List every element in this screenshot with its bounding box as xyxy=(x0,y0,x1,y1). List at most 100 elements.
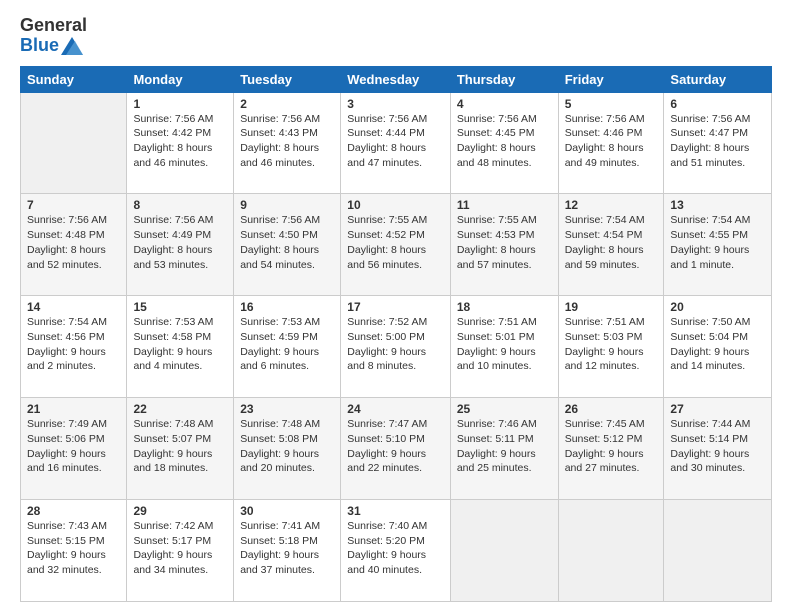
calendar-cell: 21Sunrise: 7:49 AMSunset: 5:06 PMDayligh… xyxy=(21,398,127,500)
day-number: 20 xyxy=(670,300,765,314)
calendar-cell: 6Sunrise: 7:56 AMSunset: 4:47 PMDaylight… xyxy=(664,92,772,194)
calendar-cell: 1Sunrise: 7:56 AMSunset: 4:42 PMDaylight… xyxy=(127,92,234,194)
calendar-cell: 8Sunrise: 7:56 AMSunset: 4:49 PMDaylight… xyxy=(127,194,234,296)
day-info: Sunrise: 7:53 AMSunset: 4:58 PMDaylight:… xyxy=(133,315,227,374)
day-number: 28 xyxy=(27,504,120,518)
calendar-cell: 30Sunrise: 7:41 AMSunset: 5:18 PMDayligh… xyxy=(234,500,341,602)
day-number: 3 xyxy=(347,97,444,111)
day-number: 30 xyxy=(240,504,334,518)
day-info: Sunrise: 7:54 AMSunset: 4:54 PMDaylight:… xyxy=(565,213,658,272)
day-number: 9 xyxy=(240,198,334,212)
day-number: 7 xyxy=(27,198,120,212)
calendar-cell: 20Sunrise: 7:50 AMSunset: 5:04 PMDayligh… xyxy=(664,296,772,398)
calendar-cell: 16Sunrise: 7:53 AMSunset: 4:59 PMDayligh… xyxy=(234,296,341,398)
calendar-table: SundayMondayTuesdayWednesdayThursdayFrid… xyxy=(20,66,772,602)
day-info: Sunrise: 7:56 AMSunset: 4:46 PMDaylight:… xyxy=(565,112,658,171)
calendar-cell: 9Sunrise: 7:56 AMSunset: 4:50 PMDaylight… xyxy=(234,194,341,296)
calendar-cell: 10Sunrise: 7:55 AMSunset: 4:52 PMDayligh… xyxy=(341,194,451,296)
calendar-cell: 31Sunrise: 7:40 AMSunset: 5:20 PMDayligh… xyxy=(341,500,451,602)
week-row-1: 1Sunrise: 7:56 AMSunset: 4:42 PMDaylight… xyxy=(21,92,772,194)
day-info: Sunrise: 7:56 AMSunset: 4:47 PMDaylight:… xyxy=(670,112,765,171)
calendar-cell: 24Sunrise: 7:47 AMSunset: 5:10 PMDayligh… xyxy=(341,398,451,500)
day-info: Sunrise: 7:46 AMSunset: 5:11 PMDaylight:… xyxy=(457,417,552,476)
day-number: 22 xyxy=(133,402,227,416)
day-number: 24 xyxy=(347,402,444,416)
calendar-cell: 19Sunrise: 7:51 AMSunset: 5:03 PMDayligh… xyxy=(558,296,664,398)
day-number: 17 xyxy=(347,300,444,314)
day-info: Sunrise: 7:41 AMSunset: 5:18 PMDaylight:… xyxy=(240,519,334,578)
day-number: 18 xyxy=(457,300,552,314)
day-info: Sunrise: 7:52 AMSunset: 5:00 PMDaylight:… xyxy=(347,315,444,374)
day-info: Sunrise: 7:47 AMSunset: 5:10 PMDaylight:… xyxy=(347,417,444,476)
calendar-page: General Blue SundayMondayTuesdayWednesda… xyxy=(0,0,792,612)
day-info: Sunrise: 7:43 AMSunset: 5:15 PMDaylight:… xyxy=(27,519,120,578)
day-number: 8 xyxy=(133,198,227,212)
day-info: Sunrise: 7:51 AMSunset: 5:01 PMDaylight:… xyxy=(457,315,552,374)
day-info: Sunrise: 7:42 AMSunset: 5:17 PMDaylight:… xyxy=(133,519,227,578)
calendar-cell: 14Sunrise: 7:54 AMSunset: 4:56 PMDayligh… xyxy=(21,296,127,398)
calendar-cell: 17Sunrise: 7:52 AMSunset: 5:00 PMDayligh… xyxy=(341,296,451,398)
header-thursday: Thursday xyxy=(450,66,558,92)
calendar-cell: 26Sunrise: 7:45 AMSunset: 5:12 PMDayligh… xyxy=(558,398,664,500)
day-info: Sunrise: 7:40 AMSunset: 5:20 PMDaylight:… xyxy=(347,519,444,578)
header-friday: Friday xyxy=(558,66,664,92)
day-info: Sunrise: 7:44 AMSunset: 5:14 PMDaylight:… xyxy=(670,417,765,476)
day-info: Sunrise: 7:54 AMSunset: 4:55 PMDaylight:… xyxy=(670,213,765,272)
calendar-cell: 18Sunrise: 7:51 AMSunset: 5:01 PMDayligh… xyxy=(450,296,558,398)
calendar-cell: 7Sunrise: 7:56 AMSunset: 4:48 PMDaylight… xyxy=(21,194,127,296)
day-info: Sunrise: 7:55 AMSunset: 4:53 PMDaylight:… xyxy=(457,213,552,272)
calendar-cell: 28Sunrise: 7:43 AMSunset: 5:15 PMDayligh… xyxy=(21,500,127,602)
calendar-header-row: SundayMondayTuesdayWednesdayThursdayFrid… xyxy=(21,66,772,92)
day-number: 2 xyxy=(240,97,334,111)
day-number: 27 xyxy=(670,402,765,416)
day-number: 15 xyxy=(133,300,227,314)
day-number: 13 xyxy=(670,198,765,212)
day-number: 1 xyxy=(133,97,227,111)
day-number: 14 xyxy=(27,300,120,314)
day-number: 12 xyxy=(565,198,658,212)
day-number: 25 xyxy=(457,402,552,416)
calendar-cell: 15Sunrise: 7:53 AMSunset: 4:58 PMDayligh… xyxy=(127,296,234,398)
calendar-cell xyxy=(558,500,664,602)
day-number: 11 xyxy=(457,198,552,212)
day-info: Sunrise: 7:49 AMSunset: 5:06 PMDaylight:… xyxy=(27,417,120,476)
day-number: 16 xyxy=(240,300,334,314)
week-row-3: 14Sunrise: 7:54 AMSunset: 4:56 PMDayligh… xyxy=(21,296,772,398)
week-row-4: 21Sunrise: 7:49 AMSunset: 5:06 PMDayligh… xyxy=(21,398,772,500)
calendar-cell: 13Sunrise: 7:54 AMSunset: 4:55 PMDayligh… xyxy=(664,194,772,296)
day-info: Sunrise: 7:53 AMSunset: 4:59 PMDaylight:… xyxy=(240,315,334,374)
day-info: Sunrise: 7:56 AMSunset: 4:43 PMDaylight:… xyxy=(240,112,334,171)
calendar-cell: 11Sunrise: 7:55 AMSunset: 4:53 PMDayligh… xyxy=(450,194,558,296)
day-info: Sunrise: 7:48 AMSunset: 5:08 PMDaylight:… xyxy=(240,417,334,476)
calendar-cell: 22Sunrise: 7:48 AMSunset: 5:07 PMDayligh… xyxy=(127,398,234,500)
header-saturday: Saturday xyxy=(664,66,772,92)
calendar-cell: 2Sunrise: 7:56 AMSunset: 4:43 PMDaylight… xyxy=(234,92,341,194)
calendar-cell: 5Sunrise: 7:56 AMSunset: 4:46 PMDaylight… xyxy=(558,92,664,194)
header: General Blue xyxy=(20,16,772,56)
day-info: Sunrise: 7:56 AMSunset: 4:49 PMDaylight:… xyxy=(133,213,227,272)
logo-blue: Blue xyxy=(20,36,59,56)
calendar-cell: 25Sunrise: 7:46 AMSunset: 5:11 PMDayligh… xyxy=(450,398,558,500)
logo-general: General xyxy=(20,16,87,36)
day-number: 5 xyxy=(565,97,658,111)
header-wednesday: Wednesday xyxy=(341,66,451,92)
day-number: 31 xyxy=(347,504,444,518)
calendar-cell: 29Sunrise: 7:42 AMSunset: 5:17 PMDayligh… xyxy=(127,500,234,602)
day-info: Sunrise: 7:56 AMSunset: 4:42 PMDaylight:… xyxy=(133,112,227,171)
calendar-cell: 23Sunrise: 7:48 AMSunset: 5:08 PMDayligh… xyxy=(234,398,341,500)
week-row-2: 7Sunrise: 7:56 AMSunset: 4:48 PMDaylight… xyxy=(21,194,772,296)
logo-icon xyxy=(61,37,83,55)
calendar-cell: 12Sunrise: 7:54 AMSunset: 4:54 PMDayligh… xyxy=(558,194,664,296)
header-tuesday: Tuesday xyxy=(234,66,341,92)
header-sunday: Sunday xyxy=(21,66,127,92)
day-info: Sunrise: 7:55 AMSunset: 4:52 PMDaylight:… xyxy=(347,213,444,272)
day-info: Sunrise: 7:45 AMSunset: 5:12 PMDaylight:… xyxy=(565,417,658,476)
day-info: Sunrise: 7:50 AMSunset: 5:04 PMDaylight:… xyxy=(670,315,765,374)
calendar-cell: 3Sunrise: 7:56 AMSunset: 4:44 PMDaylight… xyxy=(341,92,451,194)
day-number: 29 xyxy=(133,504,227,518)
day-number: 26 xyxy=(565,402,658,416)
day-info: Sunrise: 7:48 AMSunset: 5:07 PMDaylight:… xyxy=(133,417,227,476)
day-number: 21 xyxy=(27,402,120,416)
day-number: 23 xyxy=(240,402,334,416)
day-number: 19 xyxy=(565,300,658,314)
